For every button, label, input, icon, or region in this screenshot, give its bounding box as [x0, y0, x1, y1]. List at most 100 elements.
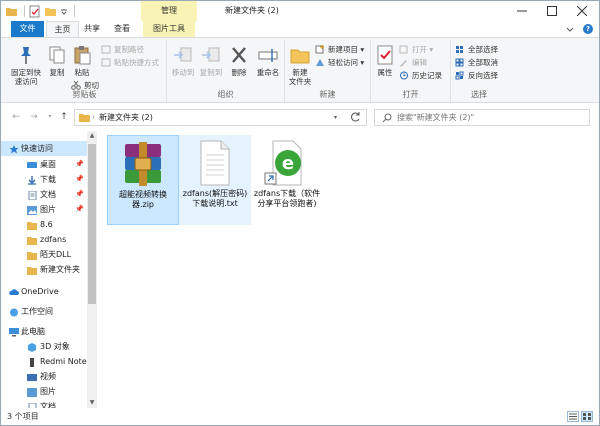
nav-item-dll[interactable]: 陌天DLL [1, 247, 87, 262]
forward-button[interactable]: → [29, 112, 39, 122]
nav-onedrive[interactable]: OneDrive [1, 284, 87, 299]
file-item[interactable]: 超能视频转换器.zip [107, 135, 179, 225]
minimize-icon [517, 10, 527, 12]
recent-locations-button[interactable]: ▾ [45, 112, 55, 122]
nav-pc-pictures[interactable]: 图片 [1, 384, 87, 399]
delete-button[interactable]: 删除 [227, 44, 251, 77]
select-all-button[interactable]: 全部选择 [455, 44, 498, 55]
select-none-button[interactable]: 全部取消 [455, 57, 498, 68]
nav-item-folder-8-6[interactable]: 8.6 [1, 217, 87, 232]
tab-picture-tools[interactable]: 图片工具 [143, 21, 195, 37]
invert-selection-label: 反向选择 [468, 71, 498, 80]
minimize-button[interactable] [507, 1, 537, 21]
invert-selection-button[interactable]: 反向选择 [455, 70, 498, 81]
nav-item-zdfans[interactable]: zdfans [1, 232, 87, 247]
nav-item-pictures[interactable]: 图片 📌 [1, 202, 87, 217]
nav-item-downloads[interactable]: 下载 📌 [1, 172, 87, 187]
search-placeholder: 搜索"新建文件夹 (2)" [397, 113, 475, 122]
paste-shortcut-icon [101, 58, 111, 67]
paste-button[interactable]: 粘贴 [69, 44, 95, 77]
search-box[interactable]: 搜索"新建文件夹 (2)" [374, 109, 590, 126]
copy-to-label: 复制到 [199, 68, 223, 77]
maximize-button[interactable] [537, 1, 567, 21]
nav-pc-videos[interactable]: 视频 [1, 369, 87, 384]
scroll-down-arrow-icon[interactable]: ▼ [87, 398, 97, 408]
new-folder-icon [289, 44, 311, 66]
item-count: 3 个项目 [7, 412, 39, 421]
folder-icon [27, 235, 37, 245]
properties-icon[interactable] [28, 5, 41, 18]
manage-context-tab[interactable]: 管理 [141, 1, 197, 21]
new-item-icon [315, 45, 325, 54]
nav-pc-3d-objects[interactable]: 3D 对象 [1, 339, 87, 354]
new-item-button[interactable]: 新建项目 ▾ [315, 44, 364, 55]
address-dropdown-icon[interactable]: ▾ [334, 110, 337, 125]
file-list: 超能视频转换器.zip zdfans(解压密码)下载说明.txt e zdfan… [98, 131, 599, 408]
tab-home[interactable]: 主页 [46, 21, 79, 37]
nav-pc-phone[interactable]: Redmi Note [1, 354, 87, 369]
scroll-thumb[interactable] [88, 144, 96, 304]
phone-icon [27, 357, 37, 367]
arrow-left-icon: ← [12, 112, 20, 122]
select-group-label: 选择 [471, 90, 487, 99]
nav-item-label: 3D 对象 [40, 342, 70, 351]
cloud-icon [9, 287, 19, 296]
edit-button[interactable]: 编辑 [399, 57, 427, 68]
easy-access-button[interactable]: 轻松访问 ▾ [315, 57, 364, 68]
refresh-icon[interactable] [351, 111, 361, 125]
clipboard-group-label: 剪贴板 [72, 90, 97, 99]
nav-pc-documents[interactable]: 文档 [1, 399, 87, 408]
chevron-down-icon[interactable] [60, 5, 68, 18]
open-icon [399, 45, 409, 54]
close-button[interactable] [567, 1, 597, 21]
nav-item-label: 桌面 [40, 160, 56, 169]
pin-quick-access-button[interactable]: 固定到快 速访问 [7, 44, 45, 86]
details-view-button[interactable] [567, 411, 579, 422]
history-button[interactable]: 历史记录 [399, 70, 442, 81]
copy-path-button[interactable]: 复制路径 [101, 44, 144, 55]
nav-item-label: 陌天DLL [40, 250, 72, 259]
open-label: 打开 [412, 45, 427, 54]
nav-workspace[interactable]: 工作空间 [1, 304, 87, 319]
scroll-up-arrow-icon[interactable]: ▲ [87, 131, 97, 141]
title-bar: 管理 新建文件夹 (2) [1, 1, 599, 21]
tab-share[interactable]: 共享 [79, 21, 105, 37]
new-folder-button[interactable]: 新建 文件夹 [287, 44, 313, 86]
folder-icon [79, 113, 90, 122]
tab-file[interactable]: 文件 [11, 21, 44, 37]
file-item[interactable]: e zdfans下载（软件分享平台领跑者) [251, 135, 323, 225]
explorer-window: 管理 新建文件夹 (2) 文件 主页 共享 查看 图片工具 ? 固定到快 速访问… [0, 0, 600, 426]
copy-to-button[interactable]: 复制到 [197, 44, 225, 77]
address-bar[interactable]: › 新建文件夹 (2) ▾ [74, 109, 367, 126]
ribbon-collapse-button[interactable] [565, 24, 575, 34]
file-item[interactable]: zdfans(解压密码)下载说明.txt [179, 135, 251, 225]
pin-label: 固定到快 速访问 [11, 68, 41, 86]
nav-item-new-folder[interactable]: 新建文件夹 [1, 262, 87, 277]
large-icons-view-button[interactable] [581, 411, 593, 422]
move-to-label: 移动到 [171, 68, 195, 77]
new-folder-icon[interactable] [44, 5, 57, 18]
back-button[interactable]: ← [11, 112, 21, 122]
file-name: zdfans(解压密码)下载说明.txt [182, 189, 248, 208]
rename-icon [257, 44, 279, 66]
open-button[interactable]: 打开 ▾ [399, 44, 433, 55]
move-to-button[interactable]: 移动到 [169, 44, 197, 77]
nav-this-pc[interactable]: 此电脑 [1, 324, 87, 339]
properties-button[interactable]: 属性 [373, 44, 397, 77]
organize-group: 移动到 复制到 删除 重命名 组织 [167, 40, 285, 102]
paste-icon [71, 44, 93, 66]
invert-selection-icon [455, 71, 465, 80]
picture-icon [27, 387, 37, 397]
help-button[interactable]: ? [583, 24, 593, 34]
nav-item-documents[interactable]: 文档 📌 [1, 187, 87, 202]
up-button[interactable]: ↑ [59, 112, 69, 122]
tab-view[interactable]: 查看 [109, 21, 135, 37]
paste-shortcut-button[interactable]: 粘贴快捷方式 [101, 57, 159, 68]
nav-quick-access[interactable]: 快速访问 [1, 141, 87, 156]
nav-item-label: zdfans [40, 235, 67, 244]
rename-button[interactable]: 重命名 [253, 44, 283, 77]
nav-item-desktop[interactable]: 桌面 📌 [1, 157, 87, 172]
clipboard-group: 固定到快 速访问 复制 粘贴 复制路径 粘贴快捷方式 剪切 剪贴板 [3, 40, 167, 102]
copy-button[interactable]: 复制 [45, 44, 69, 77]
nav-scrollbar[interactable]: ▲ ▼ [87, 131, 97, 408]
